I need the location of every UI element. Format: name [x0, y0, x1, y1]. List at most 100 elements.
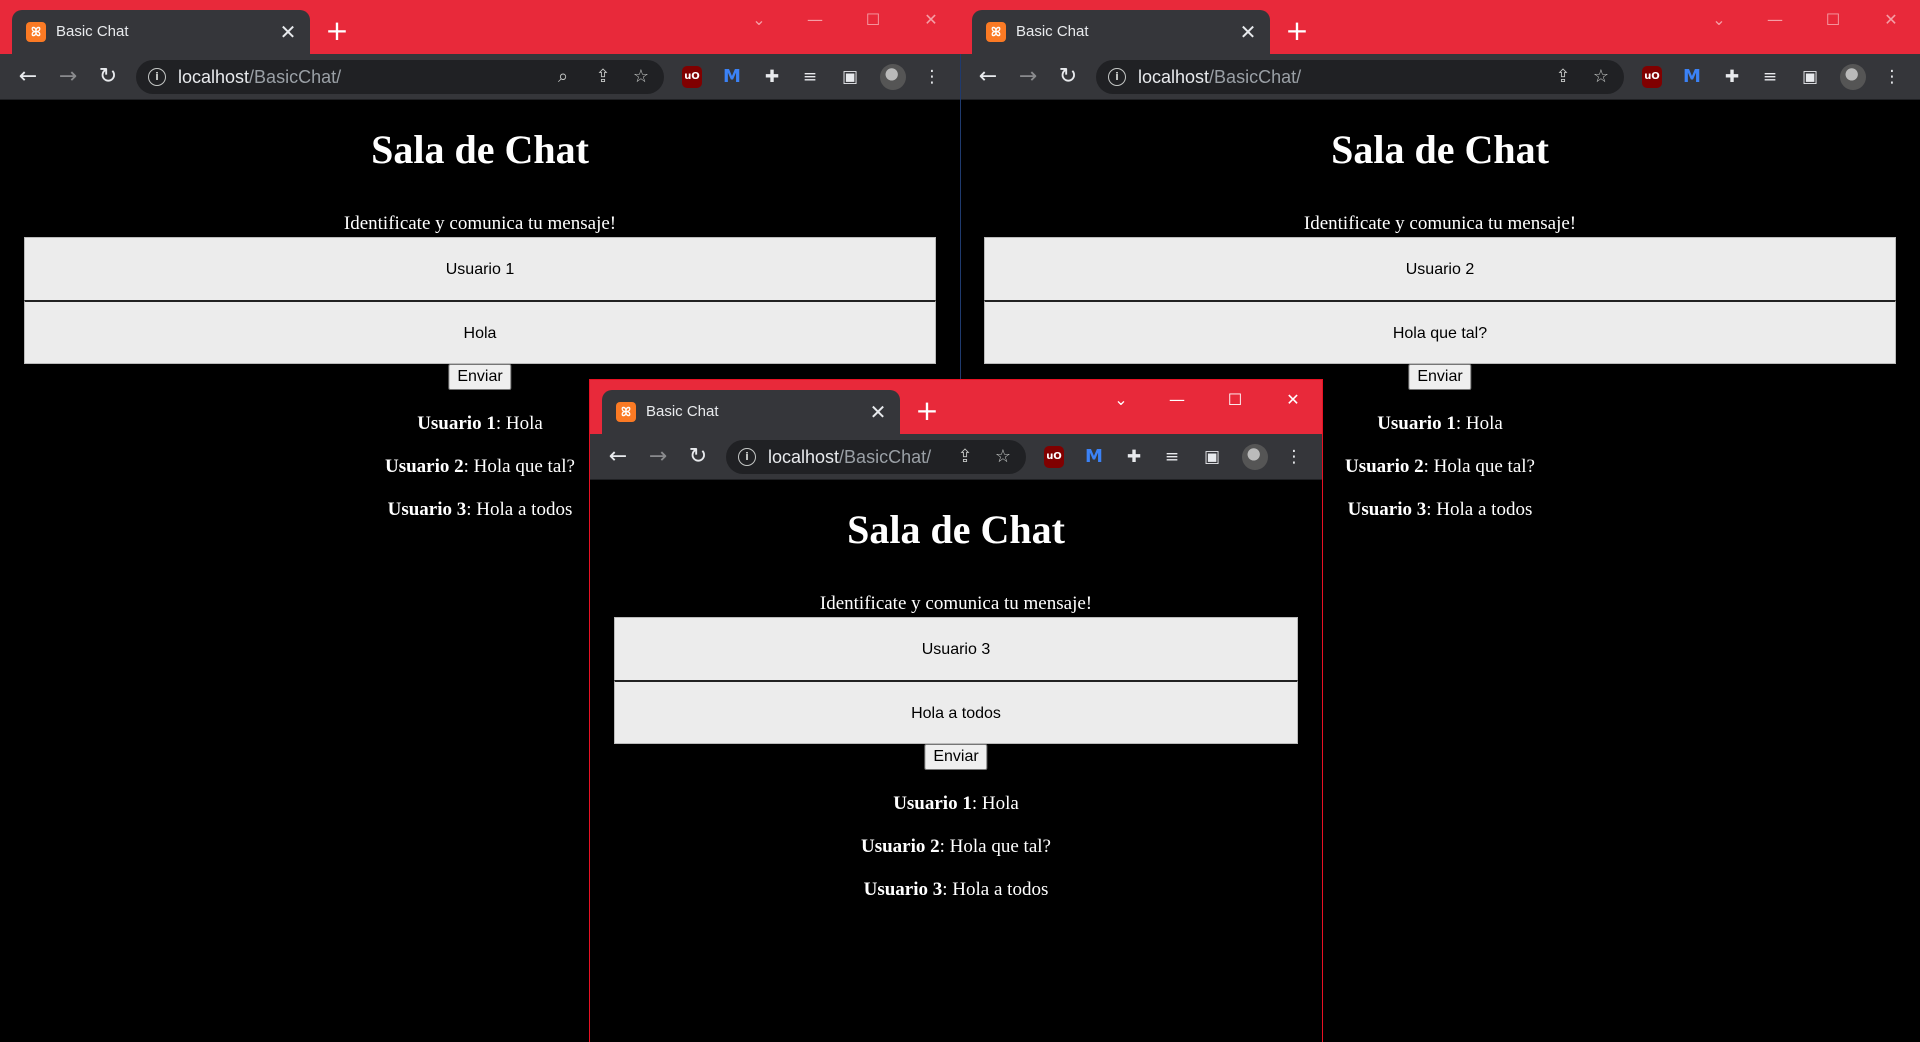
message-author: Usuario 2	[861, 836, 940, 857]
page-subtitle: Identificate y comunica tu mensaje!	[343, 213, 617, 234]
side-panel-icon[interactable]: ▣	[1798, 65, 1822, 89]
username-input[interactable]: Usuario 2	[984, 237, 1896, 301]
side-panel-icon[interactable]: ▣	[1200, 445, 1224, 469]
address-bar[interactable]: i localhost/BasicChat/ ⌕ ⇪ ☆	[136, 60, 664, 94]
tab-title: Basic Chat	[56, 23, 129, 40]
browser-tab[interactable]: ꕤ Basic Chat ✕	[972, 10, 1270, 54]
extensions-icon[interactable]: ✚	[760, 65, 784, 89]
bookmark-star-icon[interactable]: ☆	[630, 66, 652, 88]
tab-search-icon[interactable]: ⌄	[1704, 8, 1734, 32]
profile-avatar[interactable]	[880, 64, 906, 90]
url-host: localhost	[768, 447, 840, 467]
reload-icon[interactable]: ↻	[1054, 63, 1082, 91]
tab-close-icon[interactable]: ✕	[276, 20, 300, 44]
maximize-button[interactable]: ☐	[1220, 388, 1250, 412]
message-author: Usuario 3	[1347, 499, 1427, 520]
send-button[interactable]: Enviar	[924, 744, 988, 770]
menu-icon[interactable]: ⋮	[1880, 65, 1904, 89]
browser-toolbar: ← → ↻ i localhost/BasicChat/ ⇪ ☆ uO M ✚ …	[960, 54, 1920, 100]
share-icon[interactable]: ⇪	[954, 446, 976, 468]
bookmark-star-icon[interactable]: ☆	[992, 446, 1014, 468]
media-controls-icon[interactable]: ≡	[1758, 65, 1782, 89]
site-info-icon[interactable]: i	[148, 68, 166, 86]
tab-search-icon[interactable]: ⌄	[744, 8, 774, 32]
minimize-button[interactable]: —	[1162, 388, 1192, 412]
url-text: localhost/BasicChat/	[178, 66, 341, 88]
media-controls-icon[interactable]: ≡	[798, 65, 822, 89]
page-content: Sala de Chat Identificate y comunica tu …	[590, 480, 1322, 1042]
username-input[interactable]: Usuario 1	[24, 237, 936, 301]
profile-avatar[interactable]	[1242, 444, 1268, 470]
back-icon[interactable]: ←	[14, 63, 42, 91]
message-author: Usuario 3	[387, 499, 467, 520]
window-close-button[interactable]: ✕	[1876, 8, 1906, 32]
forward-icon[interactable]: →	[1014, 63, 1042, 91]
page-title: Sala de Chat	[847, 507, 1065, 552]
malwarebytes-icon[interactable]: M	[1082, 445, 1106, 469]
username-input[interactable]: Usuario 3	[614, 617, 1298, 681]
forward-icon[interactable]: →	[54, 63, 82, 91]
share-icon[interactable]: ⇪	[592, 66, 614, 88]
maximize-button[interactable]: ☐	[858, 8, 888, 32]
site-info-icon[interactable]: i	[738, 448, 756, 466]
url-path: /BasicChat/	[249, 67, 342, 87]
extensions-icon[interactable]: ✚	[1122, 445, 1146, 469]
send-button[interactable]: Enviar	[1408, 364, 1472, 390]
new-tab-button[interactable]: +	[1282, 16, 1312, 46]
tab-close-icon[interactable]: ✕	[866, 400, 890, 424]
ublock-origin-icon[interactable]: uO	[1642, 66, 1662, 88]
browser-tab[interactable]: ꕤ Basic Chat ✕	[12, 10, 310, 54]
chat-message: Usuario 3: Hola a todos	[590, 878, 1322, 921]
ublock-origin-icon[interactable]: uO	[682, 66, 702, 88]
profile-avatar[interactable]	[1840, 64, 1866, 90]
back-icon[interactable]: ←	[974, 63, 1002, 91]
message-author: Usuario 1	[417, 413, 496, 434]
message-text: : Hola que tal?	[1423, 456, 1535, 477]
message-input[interactable]: Hola	[24, 300, 936, 364]
xampp-icon: ꕤ	[986, 22, 1006, 42]
minimize-button[interactable]: —	[800, 8, 830, 32]
forward-icon[interactable]: →	[644, 443, 672, 471]
url-text: localhost/BasicChat/	[768, 446, 931, 468]
xampp-icon: ꕤ	[616, 402, 636, 422]
menu-icon[interactable]: ⋮	[920, 65, 944, 89]
extensions-icon[interactable]: ✚	[1720, 65, 1744, 89]
address-bar[interactable]: i localhost/BasicChat/ ⇪ ☆	[726, 440, 1026, 474]
message-input[interactable]: Hola a todos	[614, 680, 1298, 744]
title-bar: ꕤ Basic Chat ✕ + ⌄ — ☐ ✕	[590, 380, 1322, 434]
menu-icon[interactable]: ⋮	[1282, 445, 1306, 469]
side-panel-icon[interactable]: ▣	[838, 65, 862, 89]
message-author: Usuario 2	[385, 456, 464, 477]
share-icon[interactable]: ⇪	[1552, 66, 1574, 88]
page-title: Sala de Chat	[1331, 127, 1549, 172]
malwarebytes-icon[interactable]: M	[720, 65, 744, 89]
tab-close-icon[interactable]: ✕	[1236, 20, 1260, 44]
malwarebytes-icon[interactable]: M	[1680, 65, 1704, 89]
send-button[interactable]: Enviar	[448, 364, 512, 390]
message-text: : Hola	[495, 413, 543, 434]
back-icon[interactable]: ←	[604, 443, 632, 471]
new-tab-button[interactable]: +	[322, 16, 352, 46]
url-text: localhost/BasicChat/	[1138, 66, 1301, 88]
browser-tab[interactable]: ꕤ Basic Chat ✕	[602, 390, 900, 434]
address-bar[interactable]: i localhost/BasicChat/ ⇪ ☆	[1096, 60, 1624, 94]
message-input[interactable]: Hola que tal?	[984, 300, 1896, 364]
maximize-button[interactable]: ☐	[1818, 8, 1848, 32]
bookmark-star-icon[interactable]: ☆	[1590, 66, 1612, 88]
media-controls-icon[interactable]: ≡	[1160, 445, 1184, 469]
tab-search-icon[interactable]: ⌄	[1106, 388, 1136, 412]
new-tab-button[interactable]: +	[912, 396, 942, 426]
reload-icon[interactable]: ↻	[684, 443, 712, 471]
chat-message: Usuario 2: Hola que tal?	[590, 835, 1322, 878]
url-host: localhost	[1138, 67, 1210, 87]
tab-title: Basic Chat	[1016, 23, 1089, 40]
ublock-origin-icon[interactable]: uO	[1044, 446, 1064, 468]
title-bar: ꕤ Basic Chat ✕ + ⌄ — ☐ ✕	[0, 0, 960, 54]
url-path: /BasicChat/	[839, 447, 932, 467]
window-close-button[interactable]: ✕	[916, 8, 946, 32]
search-icon[interactable]: ⌕	[552, 66, 574, 88]
reload-icon[interactable]: ↻	[94, 63, 122, 91]
minimize-button[interactable]: —	[1760, 8, 1790, 32]
site-info-icon[interactable]: i	[1108, 68, 1126, 86]
window-close-button[interactable]: ✕	[1278, 388, 1308, 412]
